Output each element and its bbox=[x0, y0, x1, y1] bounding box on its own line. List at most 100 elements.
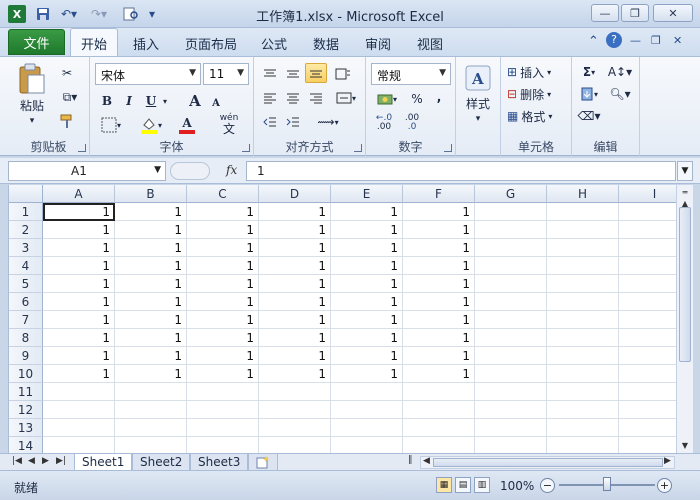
row-header-12[interactable]: 12 bbox=[9, 401, 43, 419]
cell-h4[interactable] bbox=[547, 257, 619, 275]
cell-e14[interactable] bbox=[331, 437, 403, 453]
column-header-b[interactable]: B bbox=[115, 185, 187, 203]
cell-i14[interactable] bbox=[619, 437, 676, 453]
cell-b2[interactable]: 1 bbox=[115, 221, 187, 239]
cell-a12[interactable] bbox=[43, 401, 115, 419]
cell-d2[interactable]: 1 bbox=[259, 221, 331, 239]
cell-a5[interactable]: 1 bbox=[43, 275, 115, 293]
cell-f4[interactable]: 1 bbox=[403, 257, 475, 275]
cell-c12[interactable] bbox=[187, 401, 259, 419]
scroll-right-icon[interactable]: ▶ bbox=[664, 456, 671, 466]
cell-a14[interactable] bbox=[43, 437, 115, 453]
accounting-format-icon[interactable]: ▾ bbox=[372, 90, 402, 108]
percent-style-button[interactable]: % bbox=[408, 90, 426, 108]
column-header-i[interactable]: I bbox=[619, 185, 676, 203]
cell-h5[interactable] bbox=[547, 275, 619, 293]
horizontal-scrollbar[interactable] bbox=[420, 456, 675, 469]
last-sheet-icon[interactable]: ▶| bbox=[56, 456, 66, 466]
page-layout-view-icon[interactable]: ▤ bbox=[455, 477, 471, 493]
delete-cells-button[interactable]: ⊟ 删除 ▾ bbox=[507, 85, 569, 103]
cell-i11[interactable] bbox=[619, 383, 676, 401]
cell-g5[interactable] bbox=[475, 275, 547, 293]
row-header-10[interactable]: 10 bbox=[9, 365, 43, 383]
cell-i9[interactable] bbox=[619, 347, 676, 365]
row-header-6[interactable]: 6 bbox=[9, 293, 43, 311]
cell-e7[interactable]: 1 bbox=[331, 311, 403, 329]
cell-i10[interactable] bbox=[619, 365, 676, 383]
cell-b8[interactable]: 1 bbox=[115, 329, 187, 347]
cell-c2[interactable]: 1 bbox=[187, 221, 259, 239]
cell-a3[interactable]: 1 bbox=[43, 239, 115, 257]
cell-g2[interactable] bbox=[475, 221, 547, 239]
cell-f2[interactable]: 1 bbox=[403, 221, 475, 239]
insert-sheet-icon[interactable] bbox=[248, 454, 278, 471]
cell-h6[interactable] bbox=[547, 293, 619, 311]
zoom-slider-thumb[interactable] bbox=[603, 477, 611, 491]
cell-e13[interactable] bbox=[331, 419, 403, 437]
column-header-c[interactable]: C bbox=[187, 185, 259, 203]
cell-i6[interactable] bbox=[619, 293, 676, 311]
number-format-select[interactable]: 常规 ▼ bbox=[371, 63, 451, 85]
workbook-restore-icon[interactable]: ❐ bbox=[651, 34, 661, 47]
cell-c8[interactable]: 1 bbox=[187, 329, 259, 347]
tab-file[interactable]: 文件 bbox=[8, 29, 65, 55]
restore-button[interactable]: ❐ bbox=[621, 4, 649, 22]
cell-f3[interactable]: 1 bbox=[403, 239, 475, 257]
cell-g13[interactable] bbox=[475, 419, 547, 437]
row-header-11[interactable]: 11 bbox=[9, 383, 43, 401]
cell-e3[interactable]: 1 bbox=[331, 239, 403, 257]
cell-d9[interactable]: 1 bbox=[259, 347, 331, 365]
increase-decimal-button[interactable]: ←.0.00 bbox=[372, 113, 396, 133]
horizontal-scroll-thumb[interactable] bbox=[433, 458, 663, 467]
column-header-e[interactable]: E bbox=[331, 185, 403, 203]
cut-icon[interactable]: ✂ bbox=[56, 63, 78, 83]
cell-c1[interactable]: 1 bbox=[187, 203, 259, 221]
cell-c11[interactable] bbox=[187, 383, 259, 401]
decrease-indent-icon[interactable] bbox=[260, 113, 280, 131]
cell-b3[interactable]: 1 bbox=[115, 239, 187, 257]
select-all-corner[interactable] bbox=[9, 185, 43, 203]
workbook-minimize-icon[interactable]: — bbox=[630, 34, 641, 47]
cell-d10[interactable]: 1 bbox=[259, 365, 331, 383]
format-painter-icon[interactable] bbox=[56, 111, 78, 131]
sort-filter-icon[interactable]: A↕▾ bbox=[606, 63, 634, 81]
cell-b13[interactable] bbox=[115, 419, 187, 437]
workbook-close-icon[interactable]: ✕ bbox=[673, 34, 682, 47]
find-select-icon[interactable]: 🔍︎▾ bbox=[606, 85, 634, 103]
fill-icon[interactable]: ▾ bbox=[576, 85, 602, 103]
cell-d14[interactable] bbox=[259, 437, 331, 453]
font-size-select[interactable]: 11 ▼ bbox=[203, 63, 249, 85]
shrink-font-button[interactable]: A bbox=[208, 94, 224, 112]
cell-g1[interactable] bbox=[475, 203, 547, 221]
wrap-text-icon[interactable]: ⟿ ▾ bbox=[314, 113, 342, 131]
cell-h3[interactable] bbox=[547, 239, 619, 257]
cell-i8[interactable] bbox=[619, 329, 676, 347]
cell-a8[interactable]: 1 bbox=[43, 329, 115, 347]
help-icon[interactable]: ? bbox=[606, 32, 622, 48]
zoom-level[interactable]: 100% bbox=[500, 479, 534, 493]
cell-b4[interactable]: 1 bbox=[115, 257, 187, 275]
cell-b6[interactable]: 1 bbox=[115, 293, 187, 311]
cell-h12[interactable] bbox=[547, 401, 619, 419]
cell-h2[interactable] bbox=[547, 221, 619, 239]
cell-d7[interactable]: 1 bbox=[259, 311, 331, 329]
cell-e6[interactable]: 1 bbox=[331, 293, 403, 311]
worksheet-grid[interactable]: ABCDEFGHI1111111211111131111114111111511… bbox=[8, 185, 676, 453]
next-sheet-icon[interactable]: ▶ bbox=[42, 456, 49, 466]
cell-h14[interactable] bbox=[547, 437, 619, 453]
sheet-tab-sheet2[interactable]: Sheet2 bbox=[132, 454, 191, 471]
cell-c6[interactable]: 1 bbox=[187, 293, 259, 311]
cell-e11[interactable] bbox=[331, 383, 403, 401]
borders-icon[interactable]: ▾ bbox=[98, 115, 124, 135]
column-header-g[interactable]: G bbox=[475, 185, 547, 203]
align-top-icon[interactable] bbox=[260, 65, 280, 83]
row-header-9[interactable]: 9 bbox=[9, 347, 43, 365]
cell-a11[interactable] bbox=[43, 383, 115, 401]
cell-h11[interactable] bbox=[547, 383, 619, 401]
page-break-view-icon[interactable]: ▥ bbox=[474, 477, 490, 493]
autosum-button[interactable]: Σ ▾ bbox=[576, 63, 602, 81]
format-cells-button[interactable]: ▦ 格式 ▾ bbox=[507, 107, 569, 125]
scroll-down-icon[interactable]: ▼ bbox=[679, 439, 691, 451]
prev-sheet-icon[interactable]: ◀ bbox=[28, 456, 35, 466]
cell-b5[interactable]: 1 bbox=[115, 275, 187, 293]
